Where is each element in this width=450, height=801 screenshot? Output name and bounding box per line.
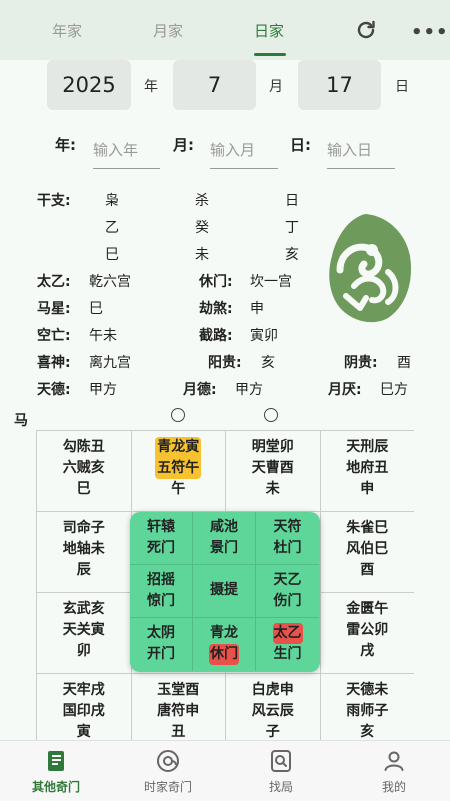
jielu-label: 截路: [199,328,233,344]
palace-cell[interactable]: 太阴 开门 [130,618,193,671]
ganzhi-label: 干支: [37,193,71,209]
yueyan-label: 月厌: [328,382,362,398]
nav-label: 找局 [268,780,293,794]
year-input-label: 年: [55,136,76,154]
year-unit: 年 [144,79,158,95]
nav-other-qimen[interactable]: 其他奇门 [0,741,112,801]
day-input[interactable] [327,131,395,169]
grid-cell[interactable]: 天刑辰 地府丑申 [320,431,414,512]
more-options-icon[interactable]: ••• [411,22,449,43]
ganzhi-cell: 未 [195,247,209,263]
nav-find-ju[interactable]: 找局 [225,741,337,801]
grid-cell[interactable]: 明堂卯 天曹酉未 [226,431,321,512]
day-unit: 日 [395,79,409,95]
jiesha-value: 申 [250,301,264,317]
jielu-value: 寅卯 [250,328,278,344]
year-selector[interactable]: 2025 [47,60,131,110]
tiande-label: 天德: [37,382,71,398]
yanggui-label: 阳贵: [208,355,242,371]
circle-marker [171,408,185,422]
nav-shijia-qimen[interactable]: 时家奇门 [112,741,224,801]
month-input-label: 月: [173,136,194,154]
search-doc-icon [271,750,291,772]
month-input[interactable] [210,131,278,169]
yuede-value: 甲方 [235,382,263,398]
highlighted-text: 休门 [209,644,239,665]
ganzhi-cell: 丁 [285,220,299,236]
maxing-label: 马星: [37,301,71,317]
xishen-label: 喜神: [37,355,71,371]
grid-cell[interactable]: 白虎申 风云辰子 [226,674,321,740]
month-unit: 月 [269,79,283,95]
kongwang-label: 空亡: [37,328,71,344]
xishen-value: 离九宫 [89,355,131,371]
bottom-navigation: 其他奇门 时家奇门 找局 我的 [0,740,450,800]
ganzhi-cell: 枭 [105,193,119,209]
yanggui-value: 亥 [261,355,275,371]
tab-nianjia[interactable]: 年家 [52,20,82,41]
ganzhi-cell: 日 [285,193,299,209]
highlighted-text: 青龙寅 五符午 [155,437,202,479]
yingui-value: 酉 [397,355,411,371]
ganzhi-cell: 乙 [105,220,119,236]
tiande-value: 甲方 [89,382,117,398]
book-icon [48,751,64,771]
yueyan-value: 巳方 [380,382,408,398]
palace-cell[interactable]: 咸池 景门 [193,512,256,565]
xiumen-value: 坎一宫 [250,274,292,290]
jiesha-label: 劫煞: [199,301,233,317]
grid-cell[interactable]: 天德未 雨师子亥 [321,674,415,740]
palace-panel: 轩辕 死门 咸池 景门 天符 杜门 招摇 惊门 摄提 天乙 伤门 太阴 开门 青龙 休门 太乙… [130,512,320,672]
ganzhi-cell: 癸 [195,220,209,236]
user-icon [384,751,404,771]
circle-marker [264,408,278,422]
grid-cell[interactable]: 金匮午 雷公卯戌 [320,593,414,674]
taiyi-label: 太乙: [37,274,71,290]
tab-yuejia[interactable]: 月家 [153,20,183,41]
grid-cell[interactable]: 玉堂酉 唐符申丑 [132,674,226,740]
kongwang-value: 午未 [89,328,117,344]
tab-rijia[interactable]: 日家 [254,20,284,41]
palace-cell[interactable]: 招摇 惊门 [130,565,193,618]
nav-label: 其他奇门 [31,780,80,794]
ma-marker: 马 [14,413,28,429]
grid-cell[interactable]: 朱雀巳 风伯巳酉 [320,512,414,593]
nav-mine[interactable]: 我的 [338,741,450,801]
grid-cell[interactable]: 天牢戌 国印戌寅 [37,674,132,740]
target-icon [157,750,179,772]
grid-cell[interactable]: 青龙寅 五符午午 [131,431,226,512]
year-input[interactable] [93,131,160,169]
ganzhi-cell: 巳 [105,247,119,263]
nav-label: 时家奇门 [143,780,192,794]
day-selector[interactable]: 17 [298,60,381,110]
grid-cell[interactable]: 玄武亥 天关寅卯 [37,593,132,674]
taiyi-value: 乾六宫 [89,274,131,290]
nav-label: 我的 [381,780,406,794]
palace-cell[interactable]: 太乙 生门 [256,618,319,671]
maxing-value: 巳 [89,301,103,317]
palace-cell[interactable]: 摄提 [193,565,256,618]
highlighted-text: 太乙 [272,623,303,644]
day-input-label: 日: [290,136,311,154]
grid-cell[interactable]: 勾陈丑 六贼亥巳 [37,431,132,512]
grid-cell[interactable]: 司命子 地轴未辰 [37,512,132,593]
top-tab-bar: 年家 月家 日家 ••• [0,0,450,60]
yuede-label: 月德: [183,382,217,398]
yingui-label: 阴贵: [344,355,378,371]
refresh-icon[interactable] [354,18,378,42]
palace-cell[interactable]: 天符 杜门 [256,512,319,565]
palace-cell[interactable]: 轩辕 死门 [130,512,193,565]
xiumen-label: 休门: [199,274,233,290]
active-tab-indicator [254,53,286,56]
app-logo-icon [329,214,412,323]
month-selector[interactable]: 7 [173,60,256,110]
ganzhi-cell: 亥 [285,247,299,263]
ganzhi-cell: 杀 [195,193,209,209]
palace-cell[interactable]: 青龙 休门 [193,618,256,671]
palace-cell[interactable]: 天乙 伤门 [256,565,319,618]
